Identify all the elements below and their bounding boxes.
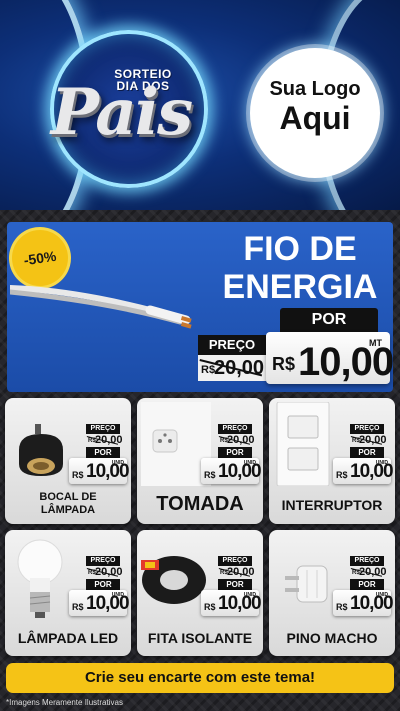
new-price-currency: R$ [72,470,84,480]
product-name: FITA ISOLANTE [147,630,253,646]
preco-label: PREÇO [218,424,252,434]
image-disclaimer: *Imagens Meramente Ilustrativas [6,698,123,707]
title-line1: FIO DE [243,230,357,268]
new-price-value: 10,00 [350,593,394,614]
led-bulb-icon [17,539,63,618]
old-price: R$ 20,00 [218,566,255,578]
product-name-line2: LÂMPADA [40,504,96,516]
new-price-currency: R$ [204,602,216,612]
logo-text-line1: Sua Logo [269,78,361,100]
new-price-value: 10,00 [350,461,394,482]
preco-label: PREÇO [218,556,252,566]
por-label: POR [86,447,120,458]
product-card-bocal[interactable]: PREÇO R$ 20,00 POR UNID R$ 10,00 BOCAL DE L… [5,398,131,524]
new-price-value: 10,00 [86,461,130,482]
new-price-value: 10,00 [218,461,262,482]
new-price-box: MT R$ 10,00 [266,332,394,384]
new-price-value: 10,00 [298,340,394,384]
old-price: R$ 20,00 [86,566,123,578]
new-price-currency: R$ [272,354,296,374]
product-name: PINO MACHO [286,630,378,646]
title-line2: ENERGIA [222,268,378,306]
new-price: UNID R$ 10,00 [333,590,394,616]
header-banner: SORTEIO DIA DOS Pais Sua Logo Aqui [0,0,400,210]
create-flyer-button[interactable]: Crie seu encarte com este tema! [6,663,394,693]
logo-text-line2: Aqui [279,100,351,136]
preco-label: PREÇO [86,424,120,434]
new-price: UNID R$ 10,00 [201,458,262,484]
preco-label: PREÇO [86,556,120,566]
por-label: POR [350,447,384,458]
new-price: UNID R$ 10,00 [201,590,262,616]
por-label: POR [218,447,252,458]
product-card-lampada-led[interactable]: PREÇO R$ 20,00 POR UNID R$ 10,00 LÂMPADA LE… [5,530,131,656]
new-price-currency: R$ [72,602,84,612]
product-name: BOCAL DE LÂMPADA [5,491,131,517]
por-label: POR [350,579,384,590]
product-name-line1: BOCAL DE [39,491,97,503]
preco-label: PREÇO [198,335,266,355]
new-price-value: 10,00 [218,593,262,614]
new-price: UNID R$ 10,00 [69,590,130,616]
new-price-value: 10,00 [86,593,130,614]
lamp-socket-icon [19,424,63,476]
new-price-currency: R$ [336,602,348,612]
new-price: UNID R$ 10,00 [69,458,130,484]
product-name: LÂMPADA LED [17,630,119,646]
old-price: R$ 20,00 [86,434,123,446]
preco-label: PREÇO [350,556,384,566]
event-badge-title: Pais [50,75,193,150]
new-price-currency: R$ [204,470,216,480]
product-card-tomada[interactable]: PREÇO R$ 20,00 POR UNID R$ 10,00 TOMADA [137,398,263,524]
por-label: POR [86,579,120,590]
featured-product-title: FIO DE ENERGIA [210,230,390,306]
product-card-fita-isolante[interactable]: PREÇO R$ 20,00 POR UNID R$ 10,00 FITA ISOLA… [137,530,263,656]
old-price: R$ 20,00 [350,566,387,578]
new-price-currency: R$ [336,470,348,480]
old-price-currency: R$ [201,364,216,376]
product-card-interruptor[interactable]: PREÇO R$ 20,00 POR UNID R$ 10,00 INTERRUPTO… [269,398,395,524]
old-price: R$ 20,00 [218,434,255,446]
light-switch-icon [276,402,330,486]
por-label: POR [218,579,252,590]
power-cable-icon [10,285,192,329]
old-price-box: R$ 20,00 [198,355,266,381]
new-price: UNID R$ 10,00 [333,458,394,484]
product-name: TOMADA [156,493,244,515]
por-label: POR [280,308,378,332]
product-name: INTERRUPTOR [281,497,383,513]
preco-label: PREÇO [350,424,384,434]
plug-icon [285,565,328,603]
product-card-pino-macho[interactable]: PREÇO R$ 20,00 POR UNID R$ 10,00 PINO MACHO [269,530,395,656]
old-price: R$ 20,00 [350,434,387,446]
insulating-tape-icon [141,556,206,604]
